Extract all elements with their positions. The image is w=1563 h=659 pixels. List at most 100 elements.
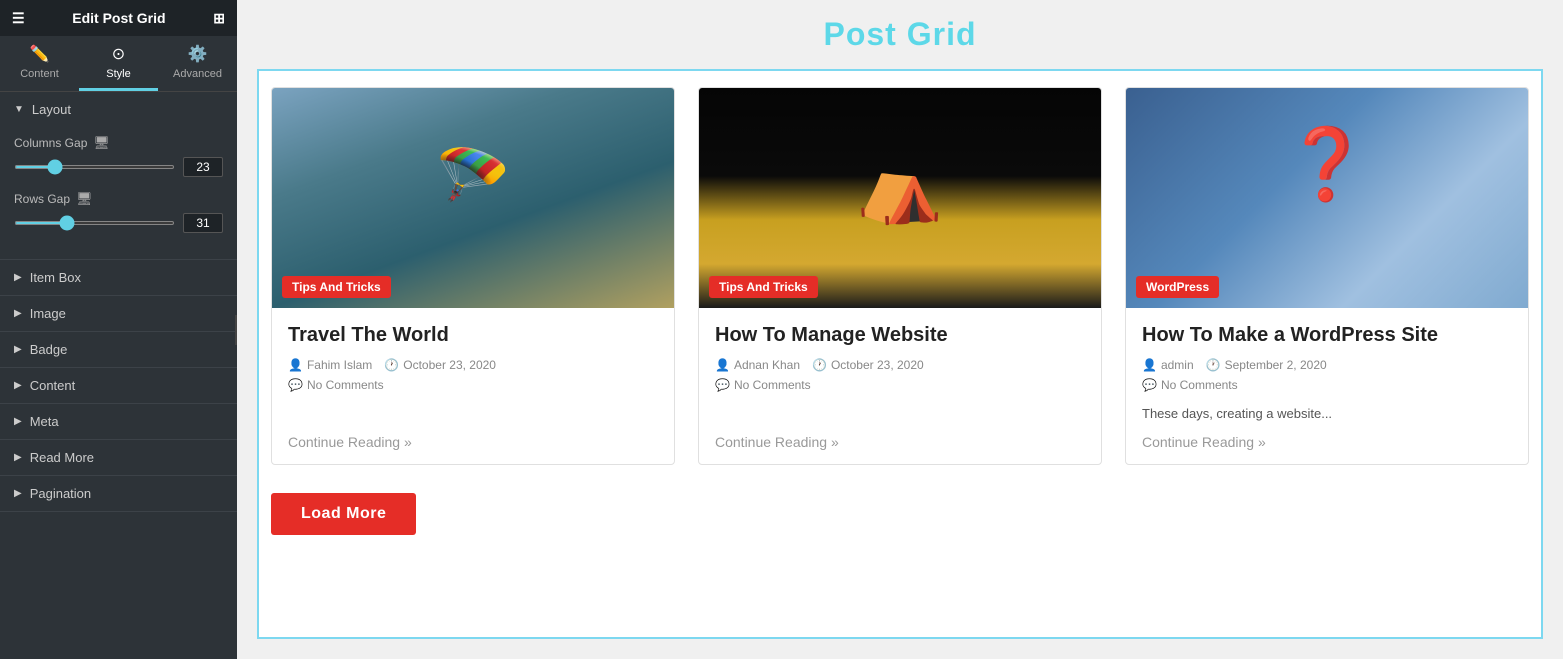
item-box-label: Item Box bbox=[30, 270, 81, 285]
post-body-1: Travel The World 👤 Fahim Islam 🕐 October… bbox=[272, 308, 674, 464]
main-content: Post Grid Tips And Tricks Travel The Wor… bbox=[237, 0, 1563, 659]
post-date-1: 🕐 October 23, 2020 bbox=[384, 358, 496, 372]
post-meta-1: 👤 Fahim Islam 🕐 October 23, 2020 bbox=[288, 358, 658, 372]
meta-header[interactable]: ▶ Meta bbox=[0, 404, 237, 439]
post-image-3: WordPress bbox=[1126, 88, 1528, 308]
post-image-2: Tips And Tricks bbox=[699, 88, 1101, 308]
style-tab-icon: ⊙ bbox=[112, 44, 125, 64]
post-title-1: Travel The World bbox=[288, 322, 658, 348]
author-name-3: admin bbox=[1161, 358, 1194, 372]
read-more-header[interactable]: ▶ Read More bbox=[0, 440, 237, 475]
post-card-1: Tips And Tricks Travel The World 👤 Fahim… bbox=[271, 87, 675, 465]
author-name-2: Adnan Khan bbox=[734, 358, 800, 372]
tab-style-label: Style bbox=[106, 68, 130, 80]
post-body-3: How To Make a WordPress Site 👤 admin 🕐 S… bbox=[1126, 308, 1528, 464]
author-name-1: Fahim Islam bbox=[307, 358, 372, 372]
post-image-1: Tips And Tricks bbox=[272, 88, 674, 308]
item-box-section: ▶ Item Box bbox=[0, 260, 237, 296]
sidebar-collapse-handle[interactable]: ‹ bbox=[235, 315, 237, 345]
meta-label: Meta bbox=[30, 414, 59, 429]
layout-label: Layout bbox=[32, 102, 71, 117]
load-more-button[interactable]: Load More bbox=[271, 493, 416, 535]
author-icon-3: 👤 bbox=[1142, 358, 1157, 372]
comments-icon-2: 💬 bbox=[715, 378, 730, 392]
columns-gap-row: Columns Gap 🖥 bbox=[14, 135, 223, 151]
advanced-tab-icon: ⚙️ bbox=[188, 44, 208, 64]
image-header[interactable]: ▶ Image bbox=[0, 296, 237, 331]
post-badge-3[interactable]: WordPress bbox=[1136, 276, 1219, 298]
post-meta-3: 👤 admin 🕐 September 2, 2020 bbox=[1142, 358, 1512, 372]
comments-text-1: No Comments bbox=[307, 378, 384, 392]
content-section-label: Content bbox=[30, 378, 76, 393]
post-date-2: 🕐 October 23, 2020 bbox=[812, 358, 924, 372]
date-icon-1: 🕐 bbox=[384, 358, 399, 372]
post-card-3: WordPress How To Make a WordPress Site 👤… bbox=[1125, 87, 1529, 465]
rows-gap-slider[interactable] bbox=[14, 221, 175, 225]
item-box-arrow-icon: ▶ bbox=[14, 272, 22, 283]
sidebar: ☰ Edit Post Grid ⊞ ✏️ Content ⊙ Style ⚙️… bbox=[0, 0, 237, 659]
content-tab-icon: ✏️ bbox=[30, 44, 50, 64]
content-section-header[interactable]: ▶ Content bbox=[0, 368, 237, 403]
columns-gap-slider[interactable] bbox=[14, 165, 175, 169]
hamburger-icon[interactable]: ☰ bbox=[12, 10, 25, 27]
tab-style[interactable]: ⊙ Style bbox=[79, 36, 158, 91]
sidebar-header: ☰ Edit Post Grid ⊞ bbox=[0, 0, 237, 36]
date-icon-2: 🕐 bbox=[812, 358, 827, 372]
post-author-3: 👤 admin bbox=[1142, 358, 1194, 372]
date-icon-3: 🕐 bbox=[1206, 358, 1221, 372]
meta-arrow-icon: ▶ bbox=[14, 416, 22, 427]
columns-gap-text: Columns Gap bbox=[14, 136, 87, 150]
rows-gap-monitor-icon[interactable]: 🖥 bbox=[76, 191, 93, 207]
columns-gap-monitor-icon[interactable]: 🖥 bbox=[93, 135, 110, 151]
content-arrow-icon: ▶ bbox=[14, 380, 22, 391]
post-comments-1: 💬 No Comments bbox=[288, 378, 658, 392]
rows-gap-label: Rows Gap 🖥 bbox=[14, 191, 93, 207]
badge-header[interactable]: ▶ Badge bbox=[0, 332, 237, 367]
layout-controls: Columns Gap 🖥 Rows Gap 🖥 bbox=[0, 127, 237, 259]
continue-reading-1[interactable]: Continue Reading » bbox=[288, 434, 658, 450]
content-section: ▶ Content bbox=[0, 368, 237, 404]
grid-icon[interactable]: ⊞ bbox=[213, 10, 225, 27]
columns-gap-label: Columns Gap 🖥 bbox=[14, 135, 110, 151]
author-icon-1: 👤 bbox=[288, 358, 303, 372]
badge-section: ▶ Badge bbox=[0, 332, 237, 368]
post-meta-2: 👤 Adnan Khan 🕐 October 23, 2020 bbox=[715, 358, 1085, 372]
comments-icon-1: 💬 bbox=[288, 378, 303, 392]
badge-arrow-icon: ▶ bbox=[14, 344, 22, 355]
post-title-3: How To Make a WordPress Site bbox=[1142, 322, 1512, 348]
badge-label: Badge bbox=[30, 342, 68, 357]
post-author-1: 👤 Fahim Islam bbox=[288, 358, 372, 372]
pagination-header[interactable]: ▶ Pagination bbox=[0, 476, 237, 511]
load-more-wrap: Load More bbox=[271, 485, 1529, 543]
post-grid: Tips And Tricks Travel The World 👤 Fahim… bbox=[271, 87, 1529, 465]
sidebar-tabs: ✏️ Content ⊙ Style ⚙️ Advanced bbox=[0, 36, 237, 92]
post-body-2: How To Manage Website 👤 Adnan Khan 🕐 Oct… bbox=[699, 308, 1101, 464]
rows-gap-text: Rows Gap bbox=[14, 192, 70, 206]
tab-content-label: Content bbox=[20, 68, 59, 80]
columns-gap-slider-container bbox=[14, 157, 223, 177]
continue-reading-3[interactable]: Continue Reading » bbox=[1142, 434, 1512, 450]
image-label: Image bbox=[30, 306, 66, 321]
post-badge-2[interactable]: Tips And Tricks bbox=[709, 276, 818, 298]
tab-advanced-label: Advanced bbox=[173, 68, 222, 80]
rows-gap-row: Rows Gap 🖥 bbox=[14, 191, 223, 207]
tab-advanced[interactable]: ⚙️ Advanced bbox=[158, 36, 237, 91]
read-more-label: Read More bbox=[30, 450, 94, 465]
item-box-header[interactable]: ▶ Item Box bbox=[0, 260, 237, 295]
post-badge-1[interactable]: Tips And Tricks bbox=[282, 276, 391, 298]
post-card-2: Tips And Tricks How To Manage Website 👤 … bbox=[698, 87, 1102, 465]
columns-gap-input[interactable] bbox=[183, 157, 223, 177]
sidebar-title: Edit Post Grid bbox=[72, 10, 165, 26]
continue-reading-2[interactable]: Continue Reading » bbox=[715, 434, 1085, 450]
layout-arrow-icon: ▼ bbox=[14, 104, 24, 115]
pagination-label: Pagination bbox=[30, 486, 91, 501]
tab-content[interactable]: ✏️ Content bbox=[0, 36, 79, 91]
post-title-2: How To Manage Website bbox=[715, 322, 1085, 348]
post-author-2: 👤 Adnan Khan bbox=[715, 358, 800, 372]
date-text-2: October 23, 2020 bbox=[831, 358, 924, 372]
layout-section-header[interactable]: ▼ Layout bbox=[0, 92, 237, 127]
pagination-arrow-icon: ▶ bbox=[14, 488, 22, 499]
read-more-section: ▶ Read More bbox=[0, 440, 237, 476]
rows-gap-input[interactable] bbox=[183, 213, 223, 233]
pagination-section: ▶ Pagination bbox=[0, 476, 237, 512]
